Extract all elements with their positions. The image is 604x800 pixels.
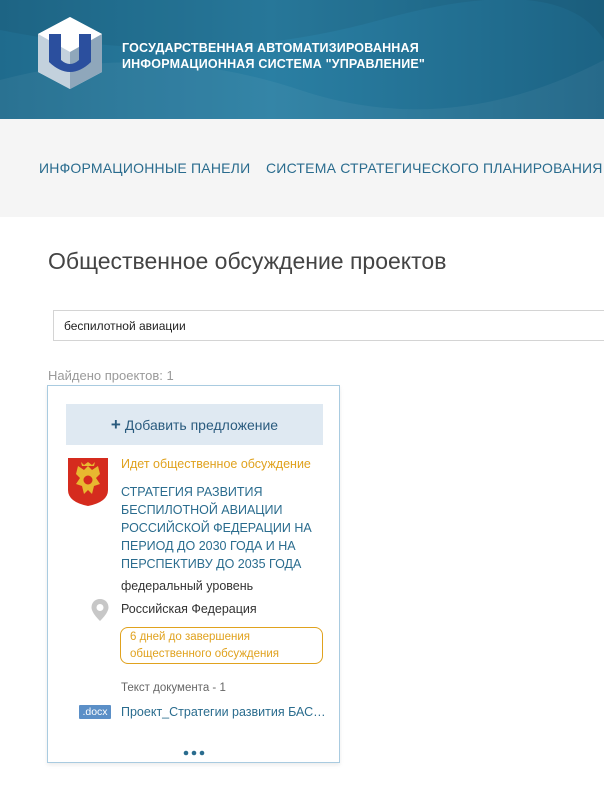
more-dots-icon[interactable] (183, 750, 205, 756)
page-title: Общественное обсуждение проектов (48, 248, 447, 274)
status-label: Идет общественное обсуждение (121, 457, 311, 471)
deadline-badge: 6 дней до завершения общественного обсуж… (120, 627, 323, 664)
system-title: ГОСУДАРСТВЕННАЯ АВТОМАТИЗИРОВАННАЯ ИНФОР… (122, 40, 592, 72)
plus-icon: + (110, 415, 121, 434)
add-proposal-label: Добавить предложение (124, 416, 279, 433)
project-title-link[interactable]: СТРАТЕГИЯ РАЗВИТИЯ БЕСПИЛОТНОЙ АВИАЦИИ Р… (121, 483, 326, 573)
system-title-line-2: ИНФОРМАЦИОННАЯ СИСТЕМА "УПРАВЛЕНИЕ" (122, 57, 426, 71)
system-title-line-1: ГОСУДАРСТВЕННАЯ АВТОМАТИЗИРОВАННАЯ (122, 41, 419, 55)
document-count: Текст документа - 1 (121, 682, 226, 694)
docx-file-icon: .docx (79, 705, 111, 719)
nav-item-information-panels[interactable]: ИНФОРМАЦИОННЫЕ ПАНЕЛИ (39, 160, 250, 176)
project-region: Российская Федерация (121, 602, 257, 616)
location-pin-icon (91, 599, 109, 621)
site-header: ГОСУДАРСТВЕННАЯ АВТОМАТИЗИРОВАННАЯ ИНФОР… (0, 0, 604, 119)
search-input[interactable] (53, 310, 604, 341)
results-count: Найдено проектов: 1 (48, 368, 174, 383)
project-card: + Добавить предложение Идет общественное… (47, 385, 340, 763)
letter-u-logo-icon[interactable] (37, 16, 103, 90)
nav-item-strategic-planning[interactable]: СИСТЕМА СТРАТЕГИЧЕСКОГО ПЛАНИРОВАНИЯ (266, 160, 603, 176)
russian-coat-of-arms-icon (68, 458, 108, 506)
main-navigation: ИНФОРМАЦИОННЫЕ ПАНЕЛИ СИСТЕМА СТРАТЕГИЧЕ… (0, 119, 604, 217)
add-proposal-button[interactable]: + Добавить предложение (66, 404, 323, 445)
project-level: федеральный уровень (121, 579, 254, 593)
document-link[interactable]: Проект_Стратегии развития БАС_2030_2035.… (121, 705, 326, 719)
